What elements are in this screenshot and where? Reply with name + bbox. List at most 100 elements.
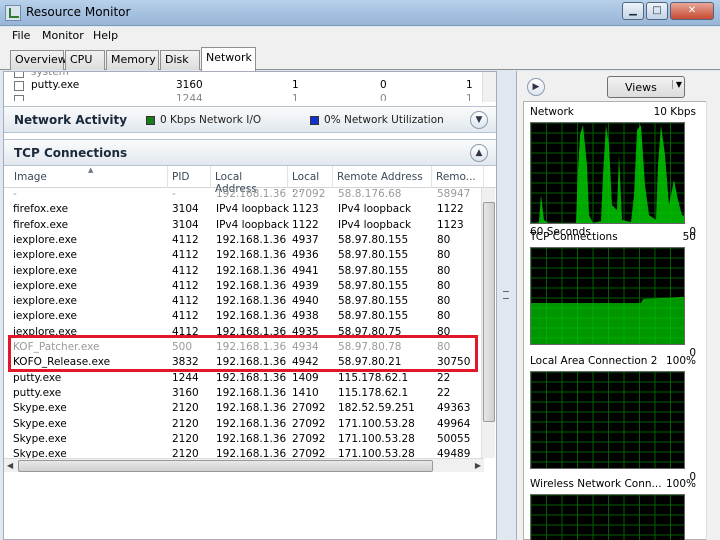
chevron-down-icon[interactable]: ▼ <box>470 111 488 129</box>
network-activity-title: Network Activity <box>14 113 128 127</box>
tab-overview[interactable]: Overview <box>10 50 67 70</box>
column-local-port[interactable]: Local ... <box>288 166 333 195</box>
maximize-button[interactable]: □ <box>646 2 668 20</box>
row-remote-address: 171.100.53.28 <box>338 432 415 445</box>
process-scrollbar[interactable] <box>482 72 496 102</box>
process-checkbox[interactable] <box>14 72 24 78</box>
tab-disk[interactable]: Disk <box>160 50 200 70</box>
tcp-connections-header[interactable]: TCP Connections ▲ <box>4 139 496 166</box>
minimize-button[interactable]: ▁ <box>622 2 644 20</box>
row-remote-address: 182.52.59.251 <box>338 402 415 415</box>
table-row[interactable]: iexplore.exe 4112 192.168.1.36 4938 58.97.80… <box>4 309 484 324</box>
row-pid: 4112 <box>172 295 199 308</box>
window-title: Resource Monitor <box>26 5 131 19</box>
table-row[interactable]: - - 192.168.1.36 27092 58.8.176.68 58947 <box>4 189 484 202</box>
process-list: system putty.exe 3160 1 0 1 1244 1 0 1 <box>4 72 484 101</box>
row-local-address: 192.168.1.36 <box>216 279 287 292</box>
process-checkbox[interactable] <box>14 81 24 91</box>
column-local-address[interactable]: Local Address <box>211 166 288 195</box>
red-highlight-annotation <box>8 335 478 372</box>
row-remote-port: 58947 <box>437 189 471 200</box>
close-button[interactable]: ✕ <box>670 2 714 20</box>
scroll-right-icon[interactable]: ▶ <box>475 461 481 470</box>
column-pid[interactable]: PID <box>168 166 211 188</box>
row-image: iexplore.exe <box>13 279 77 292</box>
tab-memory[interactable]: Memory <box>106 50 159 70</box>
row-image: iexplore.exe <box>13 264 77 277</box>
row-image: iexplore.exe <box>13 310 77 323</box>
row-remote-address: 58.97.80.155 <box>338 279 409 292</box>
row-remote-address: IPv4 loopback <box>338 218 412 231</box>
row-remote-port: 22 <box>437 386 451 399</box>
network-activity-header[interactable]: Network Activity 0 Kbps Network I/O 0% N… <box>4 106 496 133</box>
row-pid: - <box>172 189 176 200</box>
menu-help[interactable]: Help <box>93 29 118 42</box>
menu-file[interactable]: File <box>12 29 30 42</box>
row-local-port: 1409 <box>292 371 319 384</box>
process-pid: 1244 <box>176 93 203 101</box>
tcp-table-header: Image ▲ PID Local Address Local ... Remo… <box>4 166 496 195</box>
process-row[interactable]: 1244 1 0 1 <box>4 93 484 101</box>
row-pid: 3104 <box>172 203 199 216</box>
column-remote-address[interactable]: Remote Address <box>333 166 432 188</box>
row-image: iexplore.exe <box>13 295 77 308</box>
process-receive: 0 <box>380 93 387 101</box>
left-pane: system putty.exe 3160 1 0 1 1244 1 0 1 N… <box>3 71 497 540</box>
table-row[interactable]: Skype.exe 2120 192.168.1.36 27092 171.100.53… <box>4 432 484 447</box>
process-row[interactable]: putty.exe 3160 1 0 1 <box>4 79 484 93</box>
tcp-horizontal-scrollbar[interactable]: ◀ ▶ <box>4 458 484 472</box>
row-remote-port: 1123 <box>437 218 464 231</box>
scroll-thumb[interactable] <box>483 202 495 422</box>
table-row[interactable]: firefox.exe 3104 IPv4 loopback 1123 IPv4 loo… <box>4 202 484 217</box>
row-local-port: 4936 <box>292 249 319 262</box>
row-remote-port: 80 <box>437 249 451 262</box>
row-local-port: 1123 <box>292 203 319 216</box>
graph-canvas <box>530 371 685 469</box>
table-row[interactable]: iexplore.exe 4112 192.168.1.36 4936 58.97.80… <box>4 248 484 263</box>
chevron-right-icon[interactable]: ▶ <box>527 78 545 96</box>
chevron-up-icon[interactable]: ▲ <box>470 144 488 162</box>
graph-max: 100% <box>665 478 696 490</box>
process-checkbox[interactable] <box>14 95 24 101</box>
row-pid: 2120 <box>172 432 199 445</box>
row-local-address: IPv4 loopback <box>216 203 290 216</box>
row-remote-port: 80 <box>437 233 451 246</box>
row-local-port: 1122 <box>292 218 319 231</box>
title-bar: Resource Monitor ▁ □ ✕ <box>0 0 720 26</box>
tcp-vertical-scrollbar[interactable] <box>481 188 495 458</box>
scroll-left-icon[interactable]: ◀ <box>7 461 13 470</box>
column-remote-port[interactable]: Remo... <box>432 166 484 188</box>
views-button[interactable]: Views ▼ <box>607 76 685 98</box>
row-pid: 4112 <box>172 310 199 323</box>
table-row[interactable]: putty.exe 3160 192.168.1.36 1410 115.178.62.… <box>4 386 484 401</box>
row-local-port: 4940 <box>292 295 319 308</box>
table-row[interactable]: firefox.exe 3104 IPv4 loopback 1122 IPv4 loo… <box>4 218 484 233</box>
table-row[interactable]: Skype.exe 2120 192.168.1.36 27092 171.100.53… <box>4 417 484 432</box>
pane-splitter[interactable] <box>497 71 516 540</box>
row-remote-address: 115.178.62.1 <box>338 371 409 384</box>
table-row[interactable]: iexplore.exe 4112 192.168.1.36 4939 58.97.80… <box>4 279 484 294</box>
table-row[interactable]: iexplore.exe 4112 192.168.1.36 4941 58.97.80… <box>4 264 484 279</box>
row-local-port: 1410 <box>292 386 319 399</box>
row-local-address: 192.168.1.36 <box>216 417 287 430</box>
row-remote-address: 58.97.80.155 <box>338 310 409 323</box>
tab-network[interactable]: Network <box>201 47 256 71</box>
row-remote-port: 80 <box>437 264 451 277</box>
table-row[interactable]: iexplore.exe 4112 192.168.1.36 4940 58.97.80… <box>4 294 484 309</box>
grip-icon <box>503 291 509 299</box>
row-local-port: 27092 <box>292 417 326 430</box>
row-pid: 1244 <box>172 371 199 384</box>
row-pid: 3160 <box>172 386 199 399</box>
row-remote-port: 80 <box>437 295 451 308</box>
table-row[interactable]: Skype.exe 2120 192.168.1.36 27092 182.52.59.… <box>4 401 484 416</box>
row-local-address: IPv4 loopback <box>216 218 290 231</box>
dropdown-arrow-icon[interactable]: ▼ <box>671 80 682 89</box>
menu-monitor[interactable]: Monitor <box>42 29 84 42</box>
graph-scrollbar[interactable] <box>706 101 720 540</box>
tab-strip: Overview CPU Memory Disk Network <box>0 45 720 71</box>
table-row[interactable]: iexplore.exe 4112 192.168.1.36 4937 58.97.80… <box>4 233 484 248</box>
graph-max: 10 Kbps <box>653 106 696 118</box>
scroll-thumb[interactable] <box>18 460 433 472</box>
tab-cpu[interactable]: CPU <box>65 50 105 70</box>
table-row[interactable]: putty.exe 1244 192.168.1.36 1409 115.178.62.… <box>4 371 484 386</box>
